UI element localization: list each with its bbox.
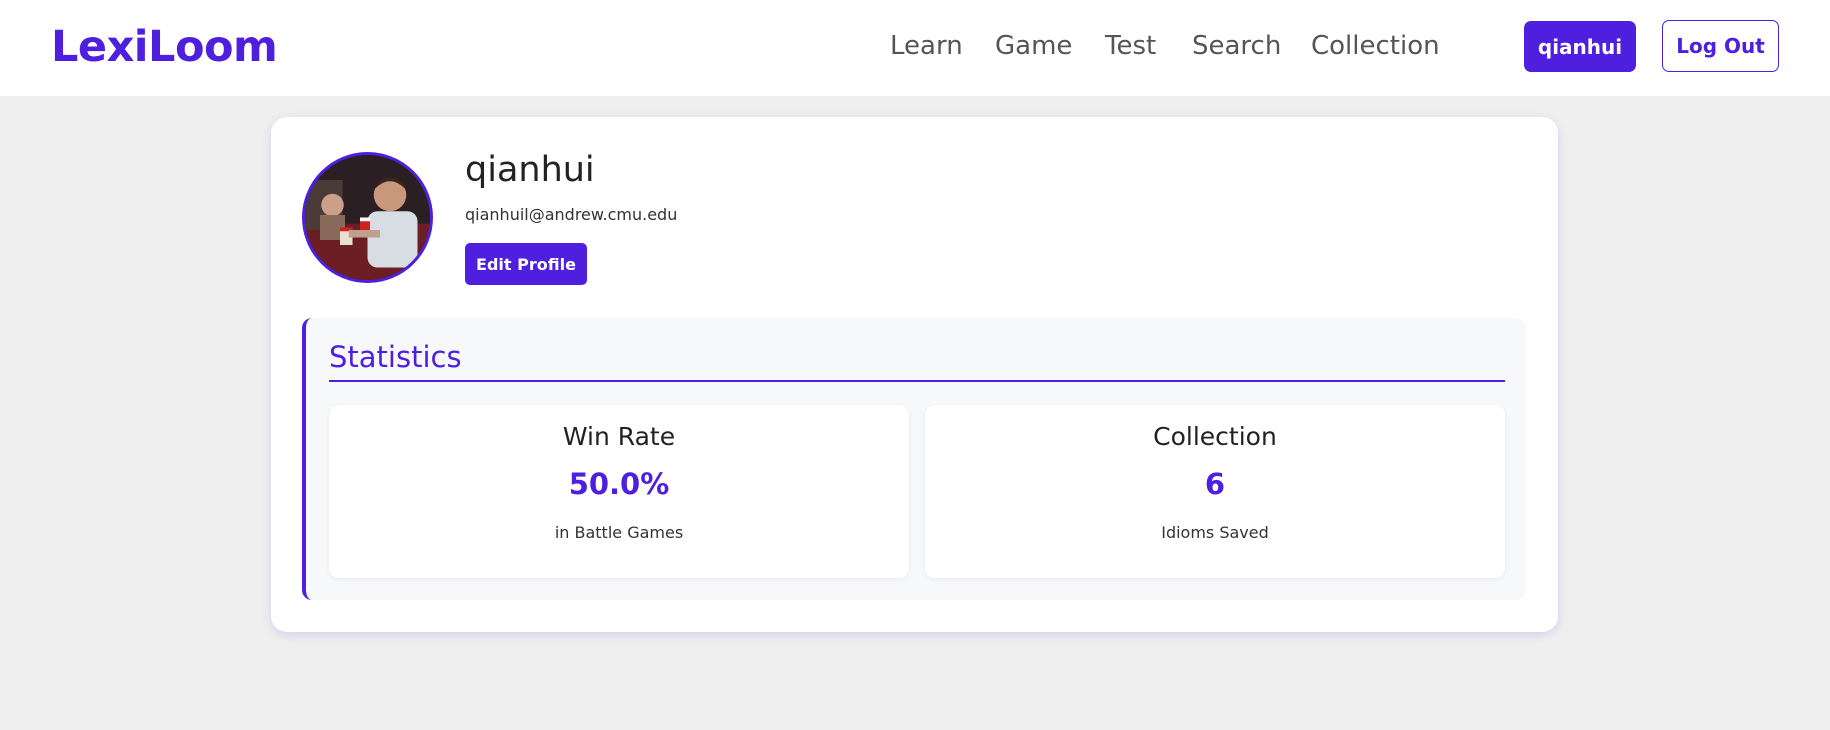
- win-rate-subtitle: in Battle Games: [554, 523, 684, 542]
- statistics-divider: [329, 380, 1505, 382]
- nav-test[interactable]: Test: [1105, 31, 1156, 61]
- logout-button[interactable]: Log Out: [1662, 20, 1779, 72]
- app-logo[interactable]: LexiLoom: [51, 22, 278, 72]
- nav-search[interactable]: Search: [1192, 31, 1281, 61]
- avatar: [302, 152, 433, 283]
- nav-learn[interactable]: Learn: [890, 31, 963, 61]
- collection-label: Collection: [1153, 422, 1277, 451]
- user-profile-button[interactable]: qianhui: [1524, 21, 1636, 72]
- edit-profile-button[interactable]: Edit Profile: [465, 243, 587, 285]
- statistics-title: Statistics: [329, 340, 462, 374]
- avatar-photo-icon: [305, 155, 430, 280]
- profile-email: qianhuil@andrew.cmu.edu: [465, 205, 678, 224]
- nav-collection[interactable]: Collection: [1311, 31, 1440, 61]
- collection-value: 6: [1204, 467, 1226, 501]
- win-rate-card: Win Rate 50.0% in Battle Games: [329, 405, 909, 578]
- profile-username: qianhui: [465, 150, 595, 190]
- collection-card: Collection 6 Idioms Saved: [925, 405, 1505, 578]
- nav-game[interactable]: Game: [995, 31, 1072, 61]
- win-rate-label: Win Rate: [562, 422, 676, 451]
- top-navbar: LexiLoom Learn Game Test Search Collecti…: [0, 0, 1830, 96]
- win-rate-value: 50.0%: [568, 467, 670, 501]
- collection-subtitle: Idioms Saved: [1161, 523, 1269, 542]
